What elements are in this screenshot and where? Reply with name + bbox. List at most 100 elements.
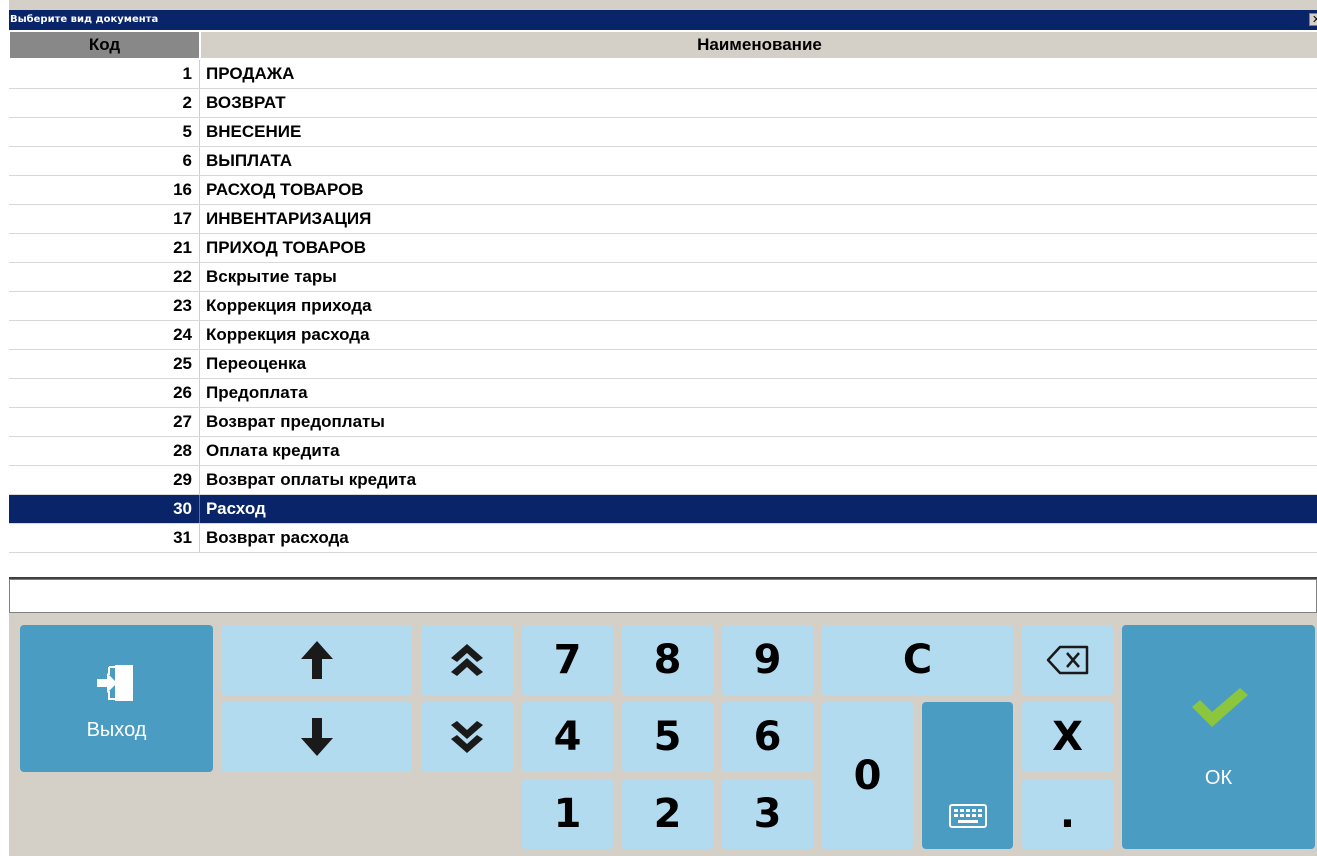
table-row[interactable]: 27 Возврат предоплаты xyxy=(9,408,1317,437)
row-name: Переоценка xyxy=(206,354,307,373)
exit-door-icon xyxy=(96,665,133,701)
row-name: ВОЗВРАТ xyxy=(206,93,286,112)
row-name: РАСХОД ТОВАРОВ xyxy=(206,180,364,199)
row-name: ИНВЕНТАРИЗАЦИЯ xyxy=(206,209,372,228)
grid-header: Код Наименование xyxy=(9,30,1317,60)
digit-2-button[interactable]: 2 xyxy=(622,779,713,849)
column-header-name[interactable]: Наименование xyxy=(200,32,1317,58)
digit-8-button[interactable]: 8 xyxy=(622,625,713,695)
table-row[interactable]: 1 ПРОДАЖА xyxy=(9,60,1317,89)
row-name: ПРИХОД ТОВАРОВ xyxy=(206,238,367,257)
screen-margin xyxy=(0,0,9,856)
exit-label: Выход xyxy=(86,719,147,741)
row-code: 28 xyxy=(173,441,192,460)
column-separator xyxy=(199,408,200,436)
row-code: 24 xyxy=(173,325,192,344)
grid-rows: 1 ПРОДАЖА 2 ВОЗВРАТ 5 ВНЕСЕНИЕ 6 ВЫПЛАТА 16 РАСХО… xyxy=(9,60,1317,553)
row-code: 22 xyxy=(173,267,192,286)
column-separator xyxy=(199,176,200,204)
row-name: ВНЕСЕНИЕ xyxy=(206,122,302,141)
row-code: 21 xyxy=(173,238,192,257)
row-code: 5 xyxy=(182,122,192,141)
row-name: Возврат расхода xyxy=(206,528,349,547)
row-code: 6 xyxy=(182,151,192,170)
table-row[interactable]: 29 Возврат оплаты кредита xyxy=(9,466,1317,495)
page-up-button[interactable] xyxy=(421,625,513,695)
column-header-code[interactable]: Код xyxy=(10,32,199,58)
row-code: 23 xyxy=(173,296,192,315)
table-row[interactable]: 23 Коррекция прихода xyxy=(9,292,1317,321)
arrow-down-icon xyxy=(300,718,333,756)
column-separator xyxy=(199,118,200,146)
table-row[interactable]: 28 Оплата кредита xyxy=(9,437,1317,466)
row-code: 30 xyxy=(173,499,192,518)
row-code: 27 xyxy=(173,412,192,431)
clear-button[interactable]: C xyxy=(822,625,1013,695)
table-row[interactable]: 21 ПРИХОД ТОВАРОВ xyxy=(9,234,1317,263)
column-separator xyxy=(199,89,200,117)
column-separator xyxy=(199,350,200,378)
arrow-up-button[interactable] xyxy=(221,625,412,695)
digit-4-button[interactable]: 4 xyxy=(522,702,613,772)
keyboard-icon xyxy=(948,803,987,828)
row-name: Коррекция прихода xyxy=(206,296,372,315)
column-separator xyxy=(199,60,200,88)
table-row[interactable]: 31 Возврат расхода xyxy=(9,524,1317,553)
digit-9-button[interactable]: 9 xyxy=(722,625,813,695)
backspace-icon xyxy=(1046,645,1088,675)
document-type-dialog: Выберите вид документа ✕ Код Наименовани… xyxy=(9,0,1317,856)
column-separator xyxy=(199,292,200,320)
digit-6-button[interactable]: 6 xyxy=(722,702,813,772)
row-name: ПРОДАЖА xyxy=(206,64,295,83)
arrow-down-button[interactable] xyxy=(221,702,412,772)
document-type-grid: Код Наименование 1 ПРОДАЖА 2 ВОЗВРАТ 5 ВНЕСЕН… xyxy=(9,30,1317,579)
ok-button[interactable]: ОК xyxy=(1122,625,1315,849)
table-row[interactable]: 30 Расход xyxy=(9,495,1317,524)
double-chevron-up-icon xyxy=(451,644,483,676)
backspace-button[interactable] xyxy=(1022,625,1113,695)
keyboard-button[interactable] xyxy=(922,702,1013,849)
code-input[interactable] xyxy=(9,579,1317,613)
row-name: Вскрытие тары xyxy=(206,267,337,286)
checkmark-icon xyxy=(1191,687,1248,727)
ok-label: ОК xyxy=(1204,766,1233,789)
row-code: 1 xyxy=(182,64,192,83)
page-down-button[interactable] xyxy=(421,702,513,772)
double-chevron-down-icon xyxy=(451,721,483,753)
window-title: Выберите вид документа xyxy=(10,14,159,25)
row-name: Предоплата xyxy=(206,383,308,402)
row-name: Коррекция расхода xyxy=(206,325,370,344)
column-separator xyxy=(199,263,200,291)
title-bar: Выберите вид документа ✕ xyxy=(9,10,1317,30)
table-row[interactable]: 26 Предоплата xyxy=(9,379,1317,408)
close-icon: ✕ xyxy=(1312,13,1317,26)
exit-button[interactable]: Выход xyxy=(20,625,213,772)
table-row[interactable]: 24 Коррекция расхода xyxy=(9,321,1317,350)
digit-7-button[interactable]: 7 xyxy=(522,625,613,695)
row-name: Возврат предоплаты xyxy=(206,412,385,431)
row-code: 17 xyxy=(173,209,192,228)
table-row[interactable]: 22 Вскрытие тары xyxy=(9,263,1317,292)
table-row[interactable]: 25 Переоценка xyxy=(9,350,1317,379)
table-row[interactable]: 5 ВНЕСЕНИЕ xyxy=(9,118,1317,147)
row-code: 31 xyxy=(173,528,192,547)
table-row[interactable]: 17 ИНВЕНТАРИЗАЦИЯ xyxy=(9,205,1317,234)
decimal-point-button[interactable]: . xyxy=(1022,779,1113,849)
table-row[interactable]: 6 ВЫПЛАТА xyxy=(9,147,1317,176)
row-code: 16 xyxy=(173,180,192,199)
column-separator xyxy=(199,379,200,407)
table-row[interactable]: 2 ВОЗВРАТ xyxy=(9,89,1317,118)
multiply-button[interactable]: X xyxy=(1022,702,1113,772)
column-separator xyxy=(199,234,200,262)
close-button[interactable]: ✕ xyxy=(1309,13,1317,26)
row-code: 29 xyxy=(173,470,192,489)
digit-0-button[interactable]: 0 xyxy=(822,702,913,849)
digit-1-button[interactable]: 1 xyxy=(522,779,613,849)
column-separator xyxy=(199,466,200,494)
digit-3-button[interactable]: 3 xyxy=(722,779,813,849)
table-row[interactable]: 16 РАСХОД ТОВАРОВ xyxy=(9,176,1317,205)
row-name: ВЫПЛАТА xyxy=(206,151,293,170)
column-separator xyxy=(199,524,200,552)
digit-5-button[interactable]: 5 xyxy=(622,702,713,772)
row-code: 2 xyxy=(182,93,192,112)
